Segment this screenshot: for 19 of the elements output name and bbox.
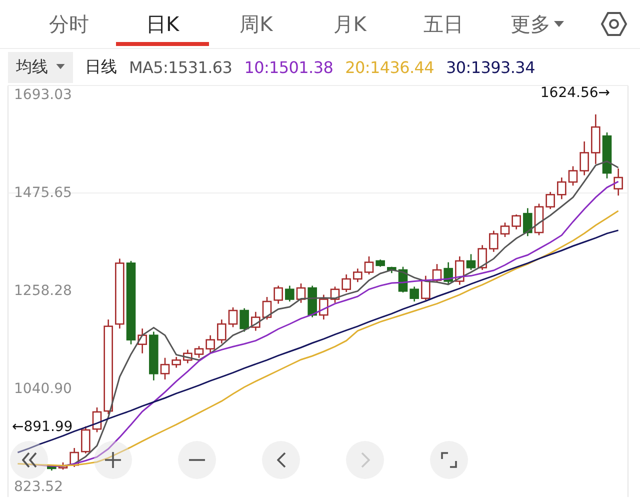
period-label: 日线 xyxy=(85,56,117,78)
low-price-marker: ←891.99 xyxy=(12,419,73,435)
price-axis-label: 1475.65 xyxy=(14,184,72,201)
chart-period-tab[interactable]: 分时 xyxy=(22,0,116,48)
chart-period-tab[interactable]: 日K xyxy=(116,6,210,46)
moving-average-value: 30:1393.34 xyxy=(446,58,535,76)
high-price-marker: 1624.56→ xyxy=(540,85,610,101)
indicator-dropdown[interactable]: 均线 xyxy=(8,52,73,82)
moving-average-value: MA5:1531.63 xyxy=(129,58,232,76)
chart-period-tab[interactable]: 周K xyxy=(209,0,304,48)
chart-period-tab[interactable]: 月K xyxy=(303,0,397,48)
price-axis-label: 1258.28 xyxy=(14,282,72,299)
price-axis-label: 823.52 xyxy=(14,478,63,495)
price-axis-label: 1693.03 xyxy=(14,86,72,103)
moving-average-value: 10:1501.38 xyxy=(244,58,334,76)
price-axis-label: 1040.90 xyxy=(14,380,72,397)
chart-period-tab[interactable]: 五日 xyxy=(396,0,490,48)
more-menu[interactable]: 更多 xyxy=(490,0,584,48)
moving-average-value: 20:1436.44 xyxy=(345,58,434,76)
